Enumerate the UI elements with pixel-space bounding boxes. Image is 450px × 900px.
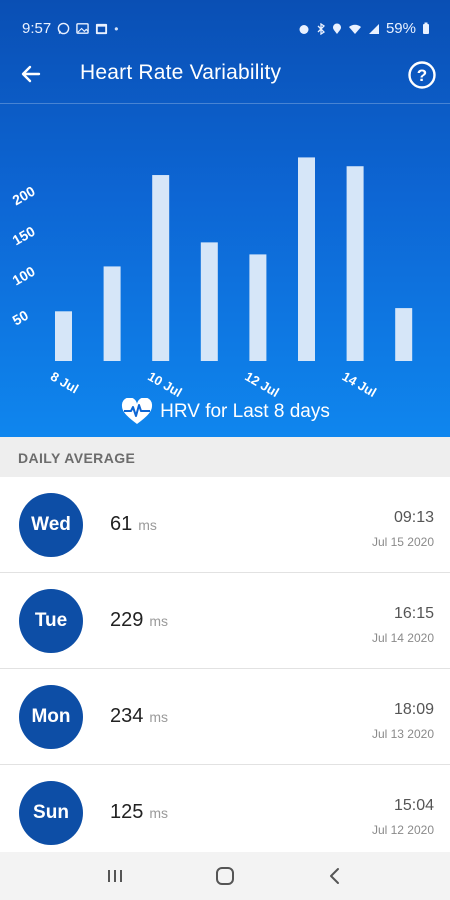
- list-item[interactable]: Tue 229 ms 16:15 Jul 14 2020: [0, 573, 450, 669]
- wifi-icon: [348, 24, 361, 34]
- reading-time: 18:09: [393, 701, 434, 718]
- chevron-left-icon: [330, 868, 339, 884]
- chart-bar: [200, 242, 218, 361]
- list-item[interactable]: Mon 234 ms 18:09 Jul 13 2020: [0, 669, 450, 765]
- hrv-unit: ms: [149, 709, 169, 725]
- location-icon: [332, 23, 341, 34]
- day-badge: Sun: [19, 781, 83, 845]
- arrow-left-icon: [21, 65, 41, 83]
- hrv-value: 61 ms: [110, 513, 157, 536]
- whatsapp-icon: [57, 22, 70, 35]
- x-tick-label: 14 Jul: [340, 369, 379, 400]
- status-right: 59%: [298, 20, 430, 37]
- status-left: 9:57 •: [22, 20, 118, 37]
- heart-pulse-icon: [122, 398, 153, 424]
- home-icon: [216, 867, 234, 885]
- y-tick-label: 150: [10, 223, 38, 249]
- hrv-value: 125 ms: [110, 801, 168, 824]
- x-tick-label: 8 Jul: [48, 369, 81, 397]
- page-title: Heart Rate Variability: [80, 61, 282, 84]
- recents-icon: [108, 870, 122, 882]
- chart-bar: [152, 175, 170, 361]
- system-back-button[interactable]: [315, 856, 355, 896]
- calendar-icon: [96, 23, 108, 35]
- status-bar: 9:57 • 59%: [0, 0, 450, 54]
- battery-percent: 59%: [385, 20, 416, 37]
- reading-date: Jul 13 2020: [371, 727, 434, 741]
- hrv-bar-chart: 50 100 150 200 8 Jul 10 Jul 12 Jul 14 Jul: [10, 157, 413, 400]
- chart-bar: [55, 311, 72, 361]
- reading-date: Jul 12 2020: [371, 823, 434, 837]
- hrv-unit: ms: [138, 517, 157, 533]
- chart-caption-text: HRV for Last 8 days: [160, 401, 330, 422]
- x-tick-label: 10 Jul: [145, 369, 184, 400]
- hrv-number: 125: [110, 801, 144, 823]
- dot-icon: •: [114, 21, 119, 36]
- app-bar: Heart Rate Variability ?: [0, 54, 450, 98]
- chart-bar: [249, 254, 267, 361]
- reading-time: 09:13: [393, 509, 434, 526]
- bluetooth-icon: [317, 22, 325, 35]
- help-button[interactable]: ?: [405, 58, 439, 92]
- hrv-unit: ms: [149, 613, 169, 629]
- header-panel: 9:57 • 59% Heart Rate Variability ? 50 1…: [0, 0, 450, 437]
- section-header: DAILY AVERAGE: [0, 437, 450, 477]
- reading-time: 15:04: [393, 797, 434, 814]
- reading-time: 16:15: [393, 605, 434, 622]
- hrv-value: 234 ms: [110, 705, 168, 728]
- question-circle-icon: ?: [408, 61, 436, 89]
- list-item[interactable]: Sun 125 ms 15:04 Jul 12 2020: [0, 765, 450, 861]
- status-time: 9:57: [22, 20, 52, 37]
- system-nav-bar: [0, 852, 450, 900]
- day-badge: Mon: [19, 685, 83, 749]
- y-tick-label: 100: [10, 263, 38, 289]
- hrv-number: 234: [110, 705, 144, 727]
- image-icon: [76, 23, 89, 34]
- reading-date: Jul 15 2020: [371, 535, 434, 549]
- chart-bar: [103, 266, 121, 361]
- y-tick-label: 200: [10, 183, 38, 209]
- hrv-unit: ms: [149, 805, 169, 821]
- y-tick-label: 50: [10, 307, 32, 329]
- back-button[interactable]: [14, 57, 48, 91]
- chart-bar: [395, 308, 413, 361]
- chart-bar: [346, 166, 364, 361]
- home-button[interactable]: [205, 856, 245, 896]
- signal-icon: [368, 23, 379, 34]
- battery-icon: [423, 22, 429, 34]
- hrv-value: 229 ms: [110, 609, 168, 632]
- svg-text:?: ?: [417, 66, 427, 85]
- list-item[interactable]: Wed 61 ms 09:13 Jul 15 2020: [0, 477, 450, 573]
- chart-bar: [298, 157, 315, 361]
- reading-date: Jul 14 2020: [371, 631, 434, 645]
- alarm-icon: [299, 24, 309, 34]
- x-tick-label: 12 Jul: [242, 369, 281, 400]
- hrv-number: 229: [110, 609, 144, 631]
- recents-button[interactable]: [95, 856, 135, 896]
- daily-average-list: Wed 61 ms 09:13 Jul 15 2020 Tue 229 ms 16:…: [0, 477, 450, 861]
- day-badge: Wed: [19, 493, 83, 557]
- chart-caption: HRV for Last 8 days: [0, 398, 450, 426]
- hrv-number: 61: [110, 513, 133, 535]
- day-badge: Tue: [19, 589, 83, 653]
